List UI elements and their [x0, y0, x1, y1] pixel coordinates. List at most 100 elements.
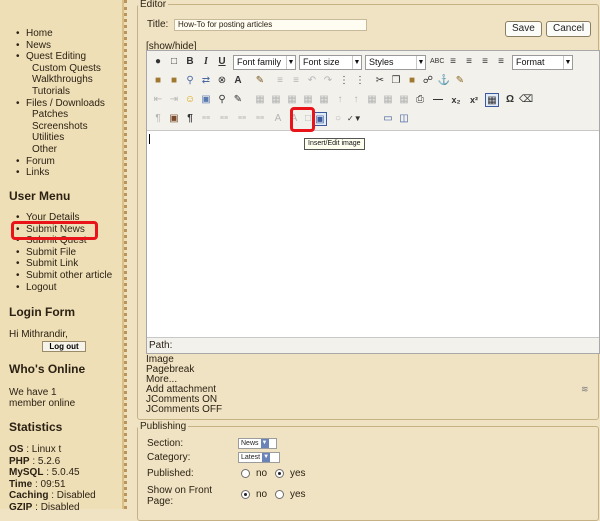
nav-item[interactable]: Walkthroughs — [0, 74, 127, 86]
cut-icon[interactable]: ✂ — [373, 74, 387, 88]
merge-cell-icon[interactable]: ▦ — [381, 93, 395, 107]
strikethrough-icon[interactable]: ABC — [430, 55, 444, 69]
layer-icon[interactable]: ▦ — [397, 93, 411, 107]
del-icon[interactable]: ≡≡ — [253, 112, 267, 126]
char-map-icon[interactable]: ▣ — [167, 112, 181, 126]
nav-item[interactable]: Custom Quests — [0, 63, 127, 75]
nav-item[interactable]: Patches — [0, 109, 127, 121]
cleanup-icon[interactable]: ✎ — [453, 74, 467, 88]
nav-item[interactable]: Quest Editing — [0, 51, 127, 63]
media-icon[interactable]: ▣ — [199, 93, 213, 107]
frontpage-no-radio[interactable] — [241, 490, 250, 499]
paste-icon[interactable]: ■ — [151, 74, 165, 88]
delete-row-icon[interactable]: ▦ — [317, 93, 331, 107]
source-icon[interactable]: ◫ — [397, 112, 411, 126]
format-select[interactable]: Format ▼ — [512, 55, 573, 70]
anchor-icon[interactable]: ⚓ — [437, 74, 451, 88]
styles-select[interactable]: Styles ▼ — [365, 55, 426, 70]
ordered-list-icon[interactable]: ⋮ — [337, 74, 351, 88]
underline-icon[interactable]: U — [215, 55, 229, 69]
split-cell-icon[interactable]: ▦ — [365, 93, 379, 107]
user-menu-item[interactable]: Logout — [0, 282, 127, 294]
insert-row-icon[interactable]: ▦ — [301, 93, 315, 107]
preview-icon[interactable]: ⚲ — [215, 93, 229, 107]
abbr-icon[interactable]: ≡≡ — [217, 112, 231, 126]
font-family-select[interactable]: Font family ▼ — [233, 55, 296, 70]
paragraph-icon[interactable]: ¶ — [183, 112, 197, 126]
bullet-list-icon[interactable]: ⋮ — [353, 74, 367, 88]
sup-icon[interactable]: ≡ — [289, 74, 303, 88]
logout-button[interactable]: Log out — [42, 341, 86, 352]
acronym-icon[interactable]: ≡≡ — [235, 112, 249, 126]
editor-extra-link[interactable]: JComments OFF — [146, 405, 222, 415]
editor-content-area[interactable] — [147, 132, 599, 336]
undo-icon[interactable]: ↶ — [305, 74, 319, 88]
outdent-icon[interactable]: ⇤ — [151, 93, 165, 107]
delete-col-icon[interactable]: ↑ — [349, 93, 363, 107]
published-no-radio[interactable] — [241, 469, 250, 478]
font-size-select[interactable]: Font size ▼ — [299, 55, 362, 70]
emoticon-icon[interactable]: ☺ — [183, 93, 197, 107]
user-menu-item[interactable]: Submit File — [0, 247, 127, 259]
align-justify-icon[interactable]: ≡ — [494, 55, 508, 69]
nav-item[interactable]: Utilities — [0, 132, 127, 144]
superscript-icon[interactable]: x² — [467, 93, 481, 107]
table-icon[interactable]: ▦ — [253, 93, 267, 107]
link-icon[interactable]: ☍ — [421, 74, 435, 88]
align-center-icon[interactable]: ≡ — [462, 55, 476, 69]
edit-icon[interactable]: ✎ — [231, 93, 245, 107]
row-props-icon[interactable]: ▦ — [269, 93, 283, 107]
toolbar-row-3: ⇤ ⇥ ☺ ▣ ⚲ ✎ ▦ ▦ ▦ ▦ ▦ ↑ ↑ ▦ ▦ ▦ ⎙ — x₂ x… — [149, 91, 599, 110]
user-menu-item[interactable]: Submit Link — [0, 258, 127, 270]
erase-icon[interactable]: ⌫ — [519, 93, 533, 107]
font-color-icon[interactable]: A — [231, 74, 245, 88]
new-document-icon[interactable]: □ — [167, 55, 181, 69]
remove-format-icon[interactable]: ⊗ — [215, 74, 229, 88]
nav-item[interactable]: Home — [0, 28, 127, 40]
insert-image-icon[interactable]: ▣ — [313, 112, 327, 126]
user-menu-item[interactable]: Submit other article — [0, 270, 127, 282]
nav-item[interactable]: Tutorials — [0, 86, 127, 98]
subscript-icon[interactable]: x₂ — [449, 93, 463, 107]
published-yes-radio[interactable] — [275, 469, 284, 478]
cancel-button[interactable]: Cancel — [546, 21, 592, 37]
frontpage-yes-radio[interactable] — [275, 490, 284, 499]
copy-icon[interactable]: ❐ — [389, 74, 403, 88]
redo-icon[interactable]: ↷ — [321, 74, 335, 88]
hr-icon[interactable]: — — [431, 93, 445, 107]
style-props-icon[interactable]: A — [271, 112, 285, 126]
fullscreen-icon[interactable]: ▭ — [381, 112, 395, 126]
ltr-icon[interactable]: ¶ — [151, 112, 165, 126]
paste-text-icon[interactable]: ■ — [167, 74, 181, 88]
nav-item[interactable]: Forum — [0, 156, 127, 168]
title-input[interactable]: How-To for posting articles — [174, 19, 367, 31]
nav-item[interactable]: Screenshots — [0, 121, 127, 133]
cite-icon[interactable]: ≡≡ — [199, 112, 213, 126]
save-button[interactable]: Save — [505, 21, 542, 37]
nav-item[interactable]: News — [0, 40, 127, 52]
italic-icon[interactable]: I — [199, 55, 213, 69]
insert-col-icon[interactable]: ↑ — [333, 93, 347, 107]
special-char-icon[interactable]: Ω — [503, 93, 517, 107]
section-select[interactable]: News ▼ — [238, 438, 277, 449]
visual-aid-icon[interactable]: ▦ — [485, 93, 499, 107]
sub-icon[interactable]: ≡ — [273, 74, 287, 88]
print-icon[interactable]: ⎙ — [413, 93, 427, 107]
help-icon[interactable]: ● — [151, 55, 165, 69]
find-icon[interactable]: ⚲ — [183, 74, 197, 88]
spellcheck-icon[interactable]: ✓▼ — [347, 112, 362, 126]
template-icon[interactable]: ○ — [331, 112, 345, 126]
category-select[interactable]: Latest ▼ — [238, 452, 280, 463]
bold-icon[interactable]: B — [183, 55, 197, 69]
indent-icon[interactable]: ⇥ — [167, 93, 181, 107]
nav-item[interactable]: Other — [0, 144, 127, 156]
highlight-color-icon[interactable]: ✎ — [253, 74, 267, 88]
align-right-icon[interactable]: ≡ — [478, 55, 492, 69]
nav-item[interactable]: Links — [0, 167, 127, 179]
cell-props-icon[interactable]: ▦ — [285, 93, 299, 107]
paste-word-icon[interactable]: ■ — [405, 74, 419, 88]
frontpage-label-2: Page: — [147, 496, 174, 507]
replace-icon[interactable]: ⇄ — [199, 74, 213, 88]
align-left-icon[interactable]: ≡ — [446, 55, 460, 69]
nav-item[interactable]: Files / Downloads — [0, 98, 127, 110]
